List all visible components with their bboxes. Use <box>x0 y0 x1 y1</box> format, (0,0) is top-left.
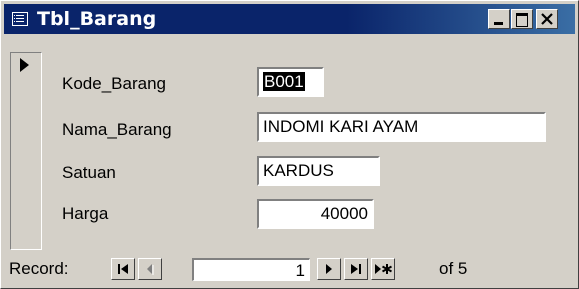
first-record-icon <box>118 264 128 274</box>
record-navigation-bar: Record: 1 of 5 <box>4 254 575 284</box>
kode-barang-value: B001 <box>263 72 305 91</box>
maximize-button[interactable] <box>511 9 533 29</box>
close-button[interactable] <box>536 9 558 29</box>
new-record-icon <box>375 264 392 274</box>
field-label-kode-barang: Kode_Barang <box>62 74 166 93</box>
minimize-icon <box>494 22 503 25</box>
window-title: Tbl_Barang <box>37 8 157 30</box>
title-bar[interactable]: Tbl_Barang <box>4 4 575 34</box>
field-label-satuan: Satuan <box>62 163 116 182</box>
minimize-button[interactable] <box>488 9 510 29</box>
satuan-field[interactable]: KARDUS <box>257 156 380 186</box>
kode-barang-field[interactable]: B001 <box>257 67 324 97</box>
previous-record-button[interactable] <box>138 258 162 280</box>
previous-record-icon <box>147 264 154 275</box>
first-record-button[interactable] <box>111 258 135 280</box>
record-selector[interactable] <box>10 52 42 250</box>
current-record-arrow-icon <box>20 58 29 72</box>
field-label-nama-barang: Nama_Barang <box>62 120 172 139</box>
current-record-input[interactable]: 1 <box>192 258 310 281</box>
new-record-button[interactable] <box>371 258 395 280</box>
maximize-icon <box>516 13 528 27</box>
form-icon <box>12 12 28 26</box>
record-count: of 5 <box>439 259 468 278</box>
last-record-button[interactable] <box>344 258 368 280</box>
form-body: Kode_Barang B001 Nama_Barang INDOMI KARI… <box>4 36 575 251</box>
access-form-window: Tbl_Barang Kode_Barang B001 Nama_Barang … <box>0 0 579 289</box>
record-label: Record: <box>9 259 69 278</box>
last-record-icon <box>351 264 361 274</box>
next-record-button[interactable] <box>317 258 341 280</box>
harga-field[interactable]: 40000 <box>257 199 374 229</box>
nama-barang-field[interactable]: INDOMI KARI AYAM <box>257 112 546 142</box>
close-icon <box>541 13 553 25</box>
next-record-icon <box>326 264 332 274</box>
field-label-harga: Harga <box>62 204 109 223</box>
